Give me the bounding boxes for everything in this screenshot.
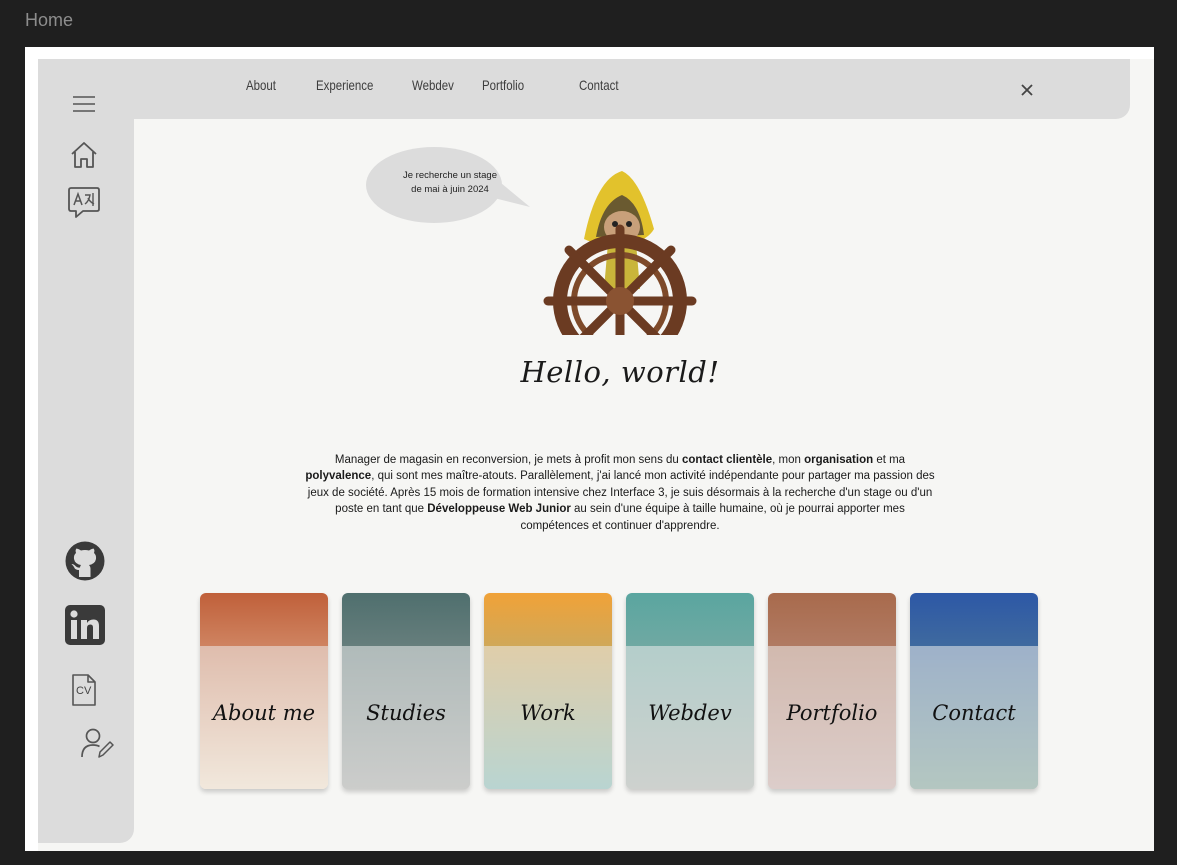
home-icon[interactable] xyxy=(70,141,98,169)
card-label: Work xyxy=(520,701,576,725)
window-title: Home xyxy=(25,10,74,30)
card-about-me[interactable]: About me xyxy=(200,593,328,789)
card-studies[interactable]: Studies xyxy=(342,593,470,789)
home-page: CV About Experience Webdev Portfolio Con… xyxy=(38,59,1154,851)
bubble-text: Je recherche un stage de mai à juin 2024 xyxy=(386,169,514,197)
intro-text-1: Manager de magasin en reconversion, je m… xyxy=(334,453,683,466)
intro-paragraph: Manager de magasin en reconversion, je m… xyxy=(300,452,940,535)
intro-text-5: au sein d'une équipe à taille humaine, o… xyxy=(520,503,905,532)
nav-webdev[interactable]: Webdev xyxy=(412,77,454,93)
translate-icon[interactable] xyxy=(67,185,101,219)
card-work[interactable]: Work xyxy=(484,593,612,789)
card-contact[interactable]: Contact xyxy=(910,593,1038,789)
bubble-line-2: de mai à juin 2024 xyxy=(411,184,489,195)
greeting-heading: Hello, world! xyxy=(520,355,720,389)
card-webdev[interactable]: Webdev xyxy=(626,593,754,789)
intro-text-2: , mon xyxy=(772,453,805,466)
card-label: Studies xyxy=(366,701,446,725)
bubble-line-1: Je recherche un stage xyxy=(402,170,497,181)
user-edit-icon[interactable] xyxy=(80,727,114,759)
sidebar: CV xyxy=(38,59,134,843)
card-portfolio[interactable]: Portfolio xyxy=(768,593,896,789)
captain-illustration xyxy=(536,171,704,337)
page-canvas: CV About Experience Webdev Portfolio Con… xyxy=(25,47,1154,851)
cv-icon[interactable]: CV xyxy=(71,673,97,707)
nav-portfolio[interactable]: Portfolio xyxy=(482,77,524,93)
linkedin-icon[interactable] xyxy=(65,605,105,645)
nav-about[interactable]: About xyxy=(246,77,276,93)
nav-experience[interactable]: Experience xyxy=(316,77,373,93)
intro-highlight-organisation: organisation xyxy=(804,453,874,466)
menu-icon[interactable] xyxy=(72,95,96,113)
card-label: Webdev xyxy=(648,701,732,725)
card-label: Contact xyxy=(932,701,1016,725)
intro-text-3: et ma xyxy=(873,453,906,466)
github-icon[interactable] xyxy=(65,541,105,581)
intro-highlight-role: Développeuse Web Junior xyxy=(427,503,571,516)
nav-contact[interactable]: Contact xyxy=(579,77,619,93)
cv-label: CV xyxy=(76,685,92,697)
card-label: Portfolio xyxy=(786,701,878,725)
top-navbar: About Experience Webdev Portfolio Contac… xyxy=(114,59,1130,119)
intro-highlight-polyvalence: polyvalence xyxy=(305,470,372,483)
card-label: About me xyxy=(212,701,316,725)
close-icon[interactable] xyxy=(1014,77,1040,103)
intro-highlight-contact: contact clientèle xyxy=(682,453,773,466)
